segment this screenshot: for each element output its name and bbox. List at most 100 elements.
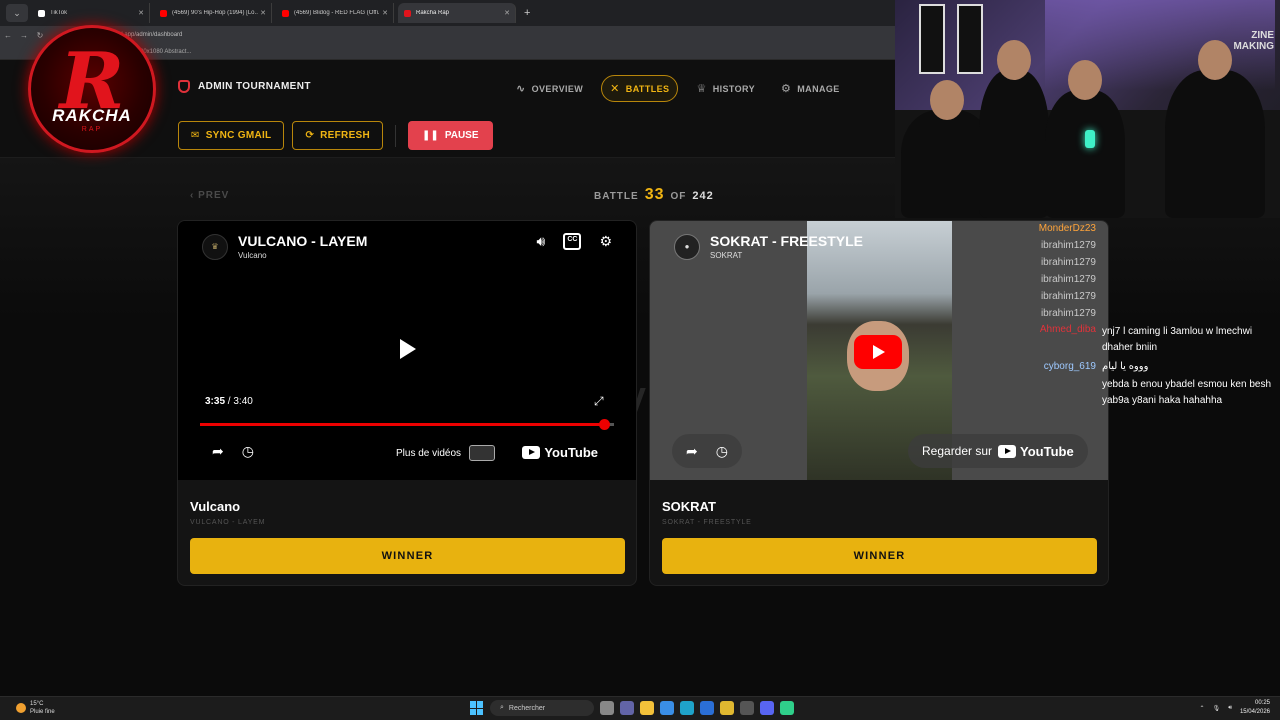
new-tab-icon[interactable]: + <box>524 7 530 19</box>
nav-overview[interactable]: ∿ OVERVIEW <box>508 76 591 101</box>
forward-icon[interactable]: → <box>16 31 32 40</box>
button-label: REFRESH <box>320 130 371 141</box>
settings-icon[interactable]: ⚙ <box>599 233 612 250</box>
chat-username: ibrahim1279 <box>1040 240 1096 251</box>
file-explorer-icon[interactable] <box>640 701 654 715</box>
video-bottom-controls: ➦ ◷ <box>672 434 742 468</box>
tab-hiphop[interactable]: (4569) 90's Hip-Hop (1994) [Lo... ✕ <box>154 3 272 23</box>
channel-avatar[interactable]: ♛ <box>202 233 228 260</box>
tab-rakcha-rap[interactable]: Rakcha Rap ✕ <box>398 3 516 23</box>
clock-date: 15/04/2026 <box>1239 709 1270 715</box>
windows-taskbar: 15°C Pluie fine ⌕ Rechercher ⌃ 🎙︎ 🔊︎ 00:… <box>0 696 1280 720</box>
close-icon[interactable]: ✕ <box>138 9 144 17</box>
windows-start-icon[interactable] <box>470 701 484 715</box>
video-player[interactable]: ♛ VULCANO - LAYEM Vulcano 🔊︎ CC ⚙ 3:35 /… <box>178 221 636 480</box>
watch-on-youtube[interactable]: Regarder sur YouTube <box>908 434 1088 468</box>
more-videos-label: Plus de vidéos <box>396 447 462 459</box>
microphone-icon[interactable]: 🎙︎ <box>1213 705 1221 712</box>
logo-text: RAKCHA <box>52 106 132 125</box>
youtube-label: YouTube <box>544 445 598 460</box>
video-title[interactable]: SOKRAT - FREESTYLE <box>710 233 863 249</box>
time-display: 3:35 / 3:40 <box>205 396 253 407</box>
chat-message: ibrahim1279 <box>1020 237 1280 254</box>
tab-redflag[interactable]: (4569) Blidog - RED FLAG (Offi... ✕ <box>276 3 394 23</box>
chat-username: ibrahim1279 <box>1040 257 1096 268</box>
person-head <box>1198 40 1232 80</box>
chat-message: Ahmed_diba ynj7 l caming li 3amlou w lmec… <box>1020 322 1280 358</box>
refresh-button[interactable]: ⟳ REFRESH <box>292 121 384 150</box>
chat-username: MonderDz23 <box>1038 223 1096 234</box>
edge-dev-icon[interactable] <box>700 701 714 715</box>
weather-widget[interactable]: 15°C Pluie fine <box>16 700 55 716</box>
video-channel[interactable]: SOKRAT <box>710 251 863 260</box>
captions-icon[interactable]: CC <box>563 233 582 250</box>
video-title[interactable]: VULCANO - LAYEM <box>238 233 367 249</box>
artist-subtitle: VULCANO - LAYEM <box>190 519 266 526</box>
channel-avatar[interactable]: ● <box>674 233 700 260</box>
tab-search-icon[interactable]: ⌄ <box>6 4 28 22</box>
store-icon[interactable] <box>660 701 674 715</box>
close-icon[interactable]: ✕ <box>382 9 388 17</box>
artist-name: SOKRAT <box>662 499 716 514</box>
watch-later-icon[interactable]: ◷ <box>716 443 728 460</box>
back-icon[interactable]: ← <box>0 31 16 40</box>
close-icon[interactable]: ✕ <box>260 9 266 17</box>
chevron-up-icon[interactable]: ⌃ <box>1200 705 1205 712</box>
volume-icon[interactable]: 🔊︎ <box>1228 705 1232 712</box>
weather-temp: 15°C <box>30 701 44 707</box>
teams-icon[interactable] <box>620 701 634 715</box>
nav-label: HISTORY <box>712 83 756 94</box>
chrome-icon[interactable] <box>720 701 734 715</box>
prev-button[interactable]: ‹ PREV <box>190 190 229 201</box>
nav-battles[interactable]: ✕ BATTLES <box>601 75 679 102</box>
youtube-icon <box>998 444 1017 458</box>
taskbar-search[interactable]: ⌕ Rechercher <box>490 700 594 716</box>
progress-bar[interactable] <box>200 419 614 430</box>
volume-icon[interactable]: 🔊︎ <box>536 233 545 250</box>
weather-icon <box>16 703 26 713</box>
close-icon[interactable]: ✕ <box>504 9 510 17</box>
nav-manage[interactable]: ⚙ MANAGE <box>773 76 848 101</box>
pause-icon: ❚❚ <box>422 130 439 141</box>
video-header: ● SOKRAT - FREESTYLE SOKRAT <box>674 233 863 260</box>
nav-label: BATTLES <box>625 83 670 94</box>
nav-history[interactable]: ♕ HISTORY <box>688 76 763 101</box>
task-view-icon[interactable] <box>600 701 614 715</box>
wall-sign: ZINE MAKING <box>1233 30 1274 52</box>
winner-button[interactable]: WINNER <box>662 538 1097 574</box>
clock-time: 00:25 <box>1254 700 1270 706</box>
clock[interactable]: 00:25 15/04/2026 <box>1240 699 1270 717</box>
sync-gmail-button[interactable]: ✉ SYNC GMAIL <box>178 121 285 150</box>
winner-button[interactable]: WINNER <box>190 538 625 574</box>
youtube-logo[interactable]: YouTube <box>522 445 598 460</box>
tab-tiktok[interactable]: TikTok ✕ <box>32 3 150 23</box>
watch-later-icon[interactable]: ◷ <box>242 443 254 460</box>
gear-icon: ⚙ <box>781 83 792 95</box>
chat-message: ibrahim1279 <box>1020 254 1280 271</box>
chat-username: cyborg_619 <box>1043 361 1096 372</box>
nav-label: MANAGE <box>797 83 840 94</box>
app-icon[interactable] <box>740 701 754 715</box>
person-head <box>930 80 964 120</box>
share-icon[interactable]: ➦ <box>686 443 698 460</box>
pause-button[interactable]: ❚❚ PAUSE <box>408 121 493 150</box>
progress-knob[interactable] <box>599 419 611 430</box>
youtube-icon <box>282 9 289 17</box>
app-icon[interactable] <box>780 701 794 715</box>
share-icon[interactable]: ➦ <box>212 443 224 460</box>
trophy-icon: ♕ <box>696 83 707 95</box>
fullscreen-icon[interactable]: ⤢ <box>594 394 604 409</box>
system-tray: ⌃ 🎙︎ 🔊︎ 00:25 15/04/2026 <box>1200 699 1270 717</box>
browser-tabbar: ⌄ TikTok ✕ (4569) 90's Hip-Hop (1994) [L… <box>0 0 895 26</box>
edge-icon[interactable] <box>680 701 694 715</box>
chat-username: ibrahim1279 <box>1040 291 1096 302</box>
play-icon[interactable] <box>854 335 902 369</box>
video-header: ♛ VULCANO - LAYEM Vulcano <box>202 233 367 260</box>
discord-icon[interactable] <box>760 701 774 715</box>
button-label: PAUSE <box>444 130 479 141</box>
webcam-overlay: ZINE MAKING <box>895 0 1280 218</box>
mail-icon: ✉ <box>191 130 200 141</box>
video-channel[interactable]: Vulcano <box>238 251 367 260</box>
swords-icon: ✕ <box>610 83 620 95</box>
more-videos[interactable]: Plus de vidéos <box>396 445 496 461</box>
